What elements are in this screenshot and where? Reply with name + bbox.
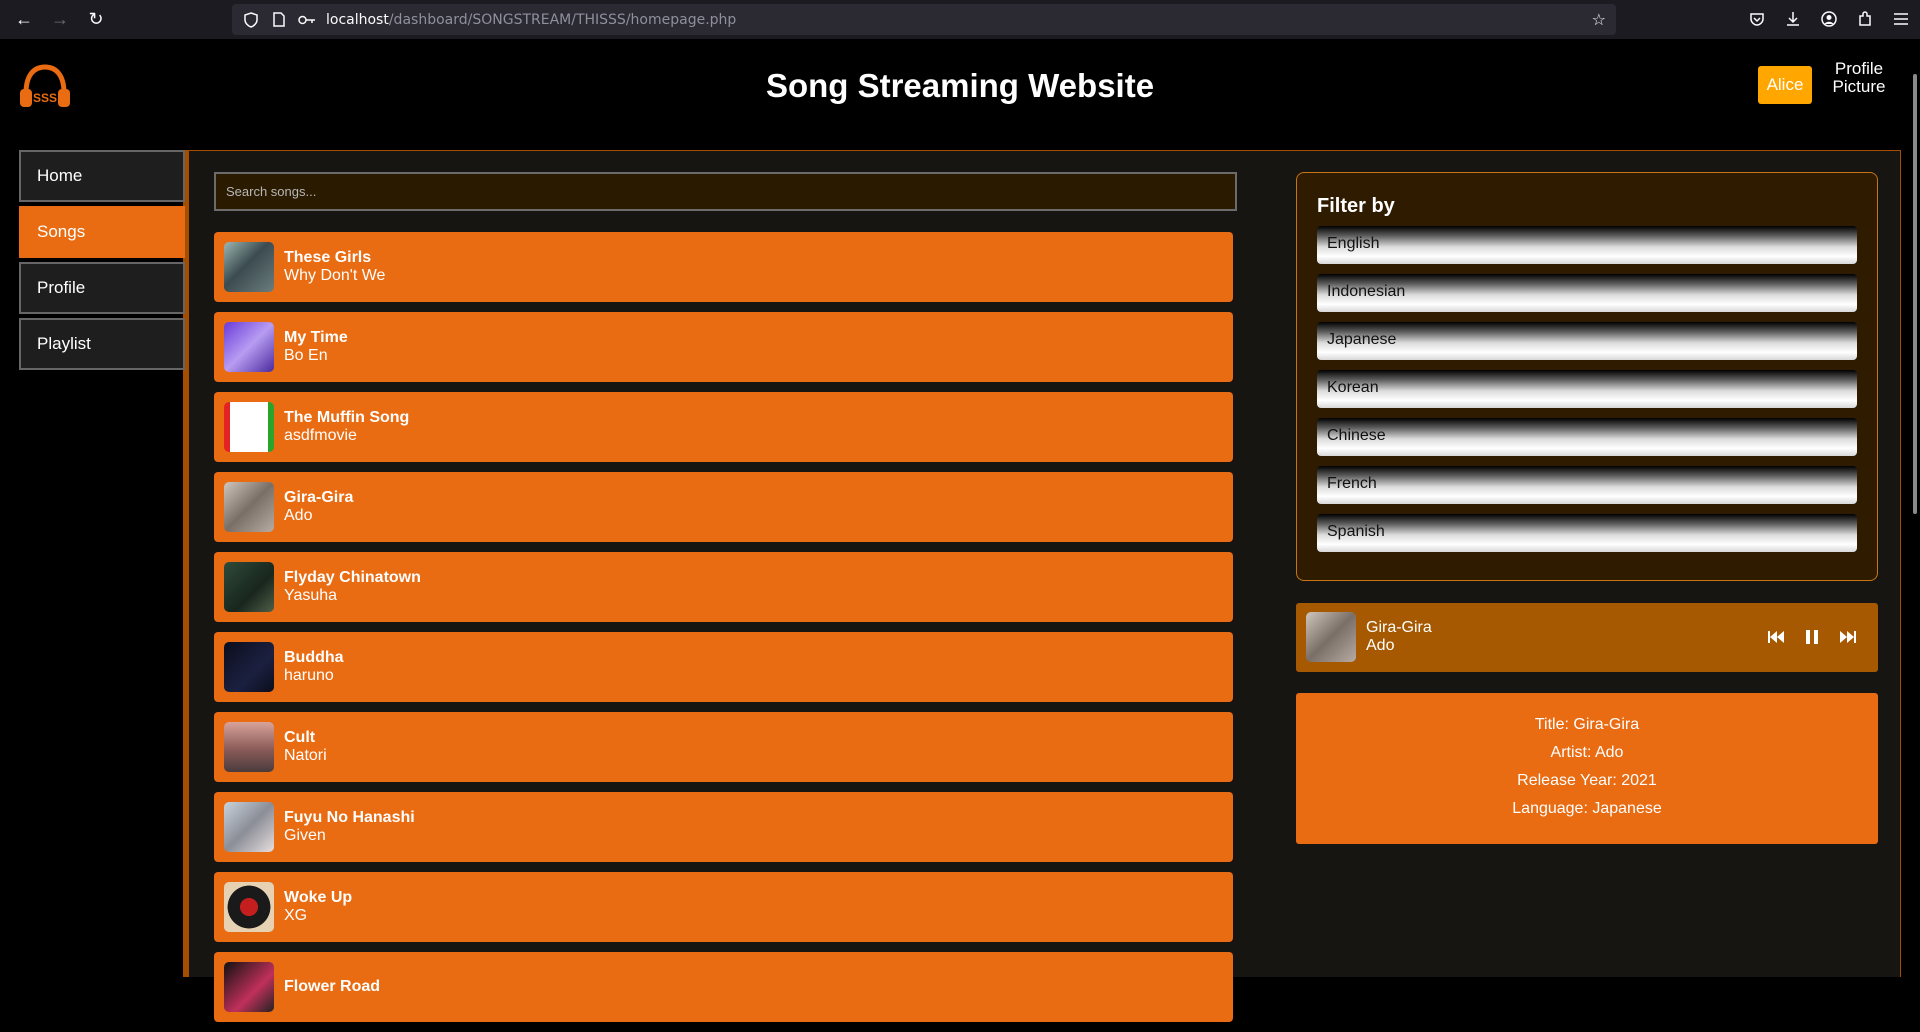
filter-option-chinese[interactable]: Chinese (1317, 418, 1857, 456)
music-player: Gira-Gira Ado (1296, 603, 1878, 672)
filter-option-label: French (1327, 475, 1377, 492)
player-controls (1766, 625, 1858, 649)
song-artist: asdfmovie (284, 427, 357, 444)
song-details: Title: Gira-Gira Artist: Ado Release Yea… (1296, 693, 1878, 844)
song-artist: Ado (284, 507, 313, 524)
song-card[interactable]: Flower Road (214, 952, 1233, 1022)
filter-option-label: English (1327, 235, 1380, 252)
filter-panel: Filter by English Indonesian Japanese Ko… (1296, 172, 1878, 581)
song-title: Buddha (284, 649, 344, 666)
pocket-icon[interactable] (1746, 8, 1768, 30)
user-name-button[interactable]: Alice (1758, 66, 1812, 104)
filter-list: English Indonesian Japanese Korean Chine… (1317, 226, 1857, 562)
song-cover (224, 322, 274, 372)
detail-title: Title: Gira-Gira (1534, 716, 1640, 733)
song-card[interactable]: Cult Natori (214, 712, 1233, 782)
bookmark-star-icon[interactable]: ☆ (1592, 10, 1606, 29)
previous-track-icon[interactable] (1766, 625, 1786, 649)
extensions-icon[interactable] (1854, 8, 1876, 30)
song-artist: Yasuha (284, 587, 338, 604)
detail-artist: Artist: Ado (1550, 744, 1624, 761)
filter-option-french[interactable]: French (1317, 466, 1857, 504)
page-icon (270, 12, 288, 27)
filter-option-english[interactable]: English (1317, 226, 1857, 264)
song-title: Flower Road (284, 978, 381, 995)
song-card[interactable]: Fuyu No Hanashi Given (214, 792, 1233, 862)
song-cover (224, 882, 274, 932)
song-card[interactable]: Buddha haruno (214, 632, 1233, 702)
song-title: Cult (284, 729, 316, 746)
song-artist: Given (284, 827, 326, 844)
song-artist: Bo En (284, 347, 328, 364)
forward-icon[interactable]: → (48, 8, 72, 32)
song-cover (224, 802, 274, 852)
url-path: /dashboard/SONGSTREAM/THISSS/homepage.ph… (388, 11, 737, 28)
song-artist: Why Don't We (284, 267, 386, 284)
song-title: My Time (284, 329, 348, 346)
song-card[interactable]: The Muffin Song asdfmovie (214, 392, 1233, 462)
song-card[interactable]: Gira-Gira Ado (214, 472, 1233, 542)
page-scrollbar[interactable] (1913, 74, 1917, 514)
site-header: SSS Song Streaming Website Alice Profile… (0, 39, 1920, 149)
song-cover (224, 242, 274, 292)
song-cover (224, 482, 274, 532)
sidebar-item-home[interactable]: Home (19, 150, 185, 202)
song-artist: Natori (284, 747, 327, 764)
sidebar-item-playlist[interactable]: Playlist (19, 318, 185, 370)
song-title: These Girls (284, 249, 372, 266)
filter-option-label: Korean (1327, 379, 1379, 396)
song-card[interactable]: These Girls Why Don't We (214, 232, 1233, 302)
menu-icon[interactable] (1890, 8, 1912, 30)
song-title: Woke Up (284, 889, 353, 906)
song-card[interactable]: My Time Bo En (214, 312, 1233, 382)
account-icon[interactable] (1818, 8, 1840, 30)
back-icon[interactable]: ← (12, 8, 36, 32)
sidebar-nav: Home Songs Profile Playlist (19, 150, 185, 374)
page-title: Song Streaming Website (765, 67, 1155, 104)
song-artist: haruno (284, 667, 334, 684)
shield-icon[interactable] (242, 11, 260, 28)
filter-title: Filter by (1317, 195, 1395, 217)
profile-picture[interactable]: Profile Picture (1816, 60, 1902, 96)
filter-option-japanese[interactable]: Japanese (1317, 322, 1857, 360)
sidebar-item-profile[interactable]: Profile (19, 262, 185, 314)
browser-toolbar: ← → ↻ localhost/dashboard/SONGSTREAM/THI… (0, 0, 1920, 39)
download-icon[interactable] (1782, 8, 1804, 30)
address-bar[interactable]: localhost/dashboard/SONGSTREAM/THISSS/ho… (232, 4, 1616, 35)
filter-option-korean[interactable]: Korean (1317, 370, 1857, 408)
song-cover (224, 722, 274, 772)
filter-option-label: Spanish (1327, 523, 1385, 540)
song-artist: XG (284, 907, 308, 924)
pause-icon[interactable] (1802, 625, 1822, 649)
song-title: Gira-Gira (284, 489, 354, 506)
filter-option-label: Indonesian (1327, 283, 1406, 300)
song-card[interactable]: Woke Up XG (214, 872, 1233, 942)
song-title: Fuyu No Hanashi (284, 809, 415, 826)
filter-option-spanish[interactable]: Spanish (1317, 514, 1857, 552)
song-cover (224, 962, 274, 1012)
key-icon[interactable] (298, 14, 316, 26)
player-song-artist: Ado (1366, 637, 1395, 654)
detail-language: Language: Japanese (1512, 800, 1662, 817)
player-song-title: Gira-Gira (1366, 619, 1432, 636)
url-host: localhost (326, 11, 389, 28)
filter-option-label: Chinese (1327, 427, 1386, 444)
song-list: These Girls Why Don't We My Time Bo En The… (214, 232, 1233, 1032)
song-cover (224, 642, 274, 692)
filter-option-label: Japanese (1327, 331, 1397, 348)
search-input[interactable] (214, 172, 1237, 211)
player-cover (1306, 612, 1356, 662)
browser-tools (1746, 8, 1912, 30)
song-cover (224, 562, 274, 612)
reload-icon[interactable]: ↻ (84, 8, 108, 32)
song-card[interactable]: Flyday Chinatown Yasuha (214, 552, 1233, 622)
detail-release-year: Release Year: 2021 (1517, 772, 1657, 789)
song-title: The Muffin Song (284, 409, 410, 426)
sidebar-item-songs[interactable]: Songs (19, 206, 185, 258)
song-cover (224, 402, 274, 452)
filter-option-indonesian[interactable]: Indonesian (1317, 274, 1857, 312)
next-track-icon[interactable] (1838, 625, 1858, 649)
song-title: Flyday Chinatown (284, 569, 421, 586)
